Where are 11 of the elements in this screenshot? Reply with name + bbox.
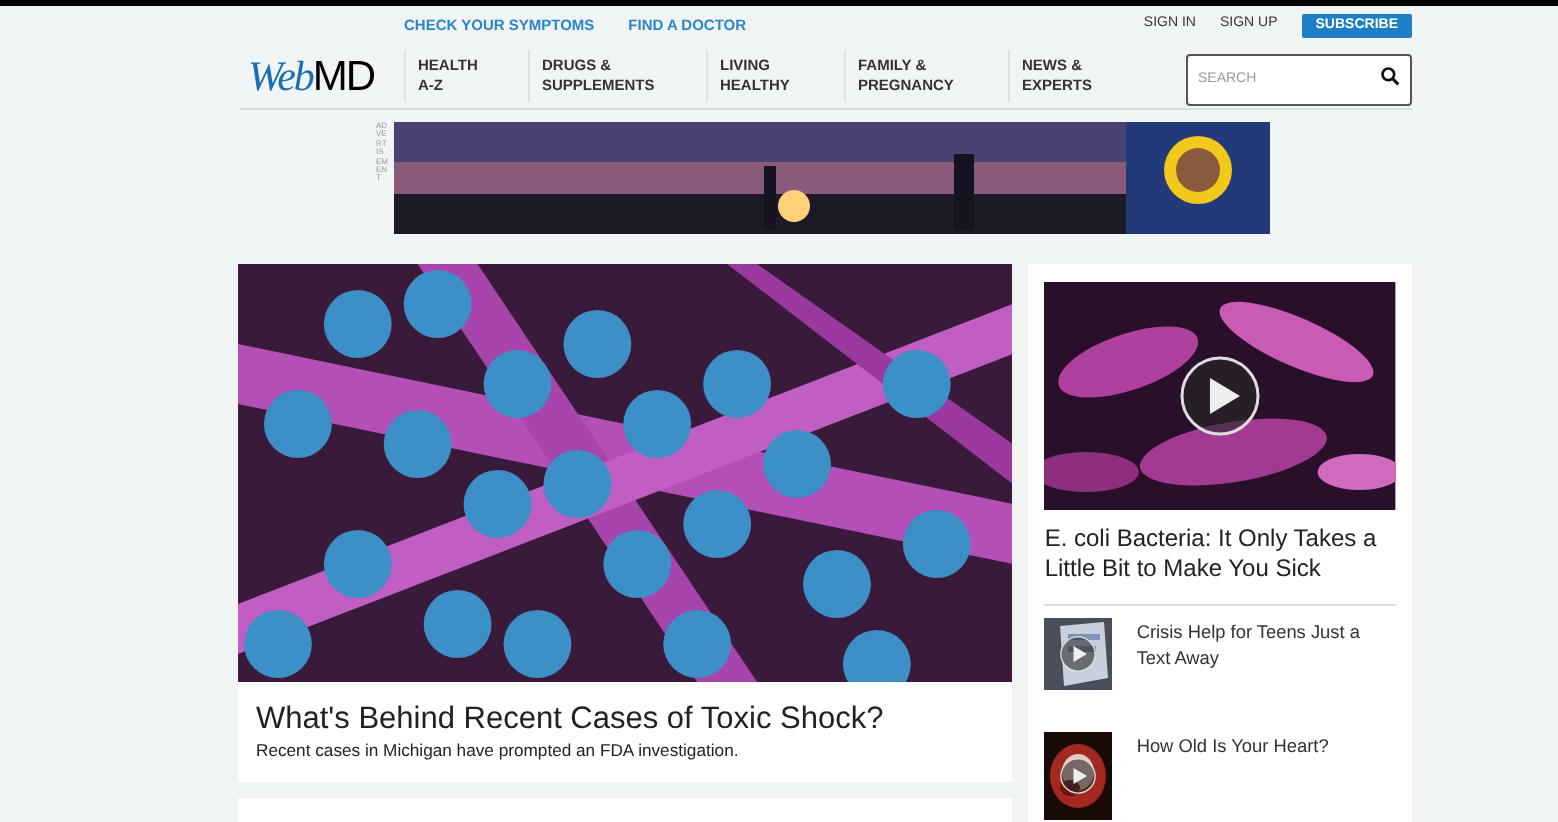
- story-summary: Recent cases in Michigan have prompted an FDA investigation.: [256, 738, 741, 762]
- play-icon[interactable]: [1060, 636, 1097, 672]
- webmd-logo[interactable]: WebMD: [240, 55, 404, 97]
- story-link[interactable]: How Old Is Your Heart?: [1136, 732, 1329, 822]
- play-icon[interactable]: [1060, 758, 1097, 794]
- story-card[interactable]: What's Behind Recent Cases of Toxic Shock? Recent cases in Michigan have prompted an FDA investigation.: [238, 264, 1013, 782]
- feature-title[interactable]: E. coli Bacteria: It Only Takes a Little Bit to Make You Sick: [1044, 524, 1396, 606]
- story-link[interactable]: Crisis Help for Teens Just a Text Away: [1136, 618, 1396, 720]
- search-icon[interactable]: [1380, 66, 1400, 86]
- story-title[interactable]: What's Behind Recent Cases of Toxic Shock?: [256, 700, 995, 738]
- play-icon[interactable]: [1180, 356, 1261, 436]
